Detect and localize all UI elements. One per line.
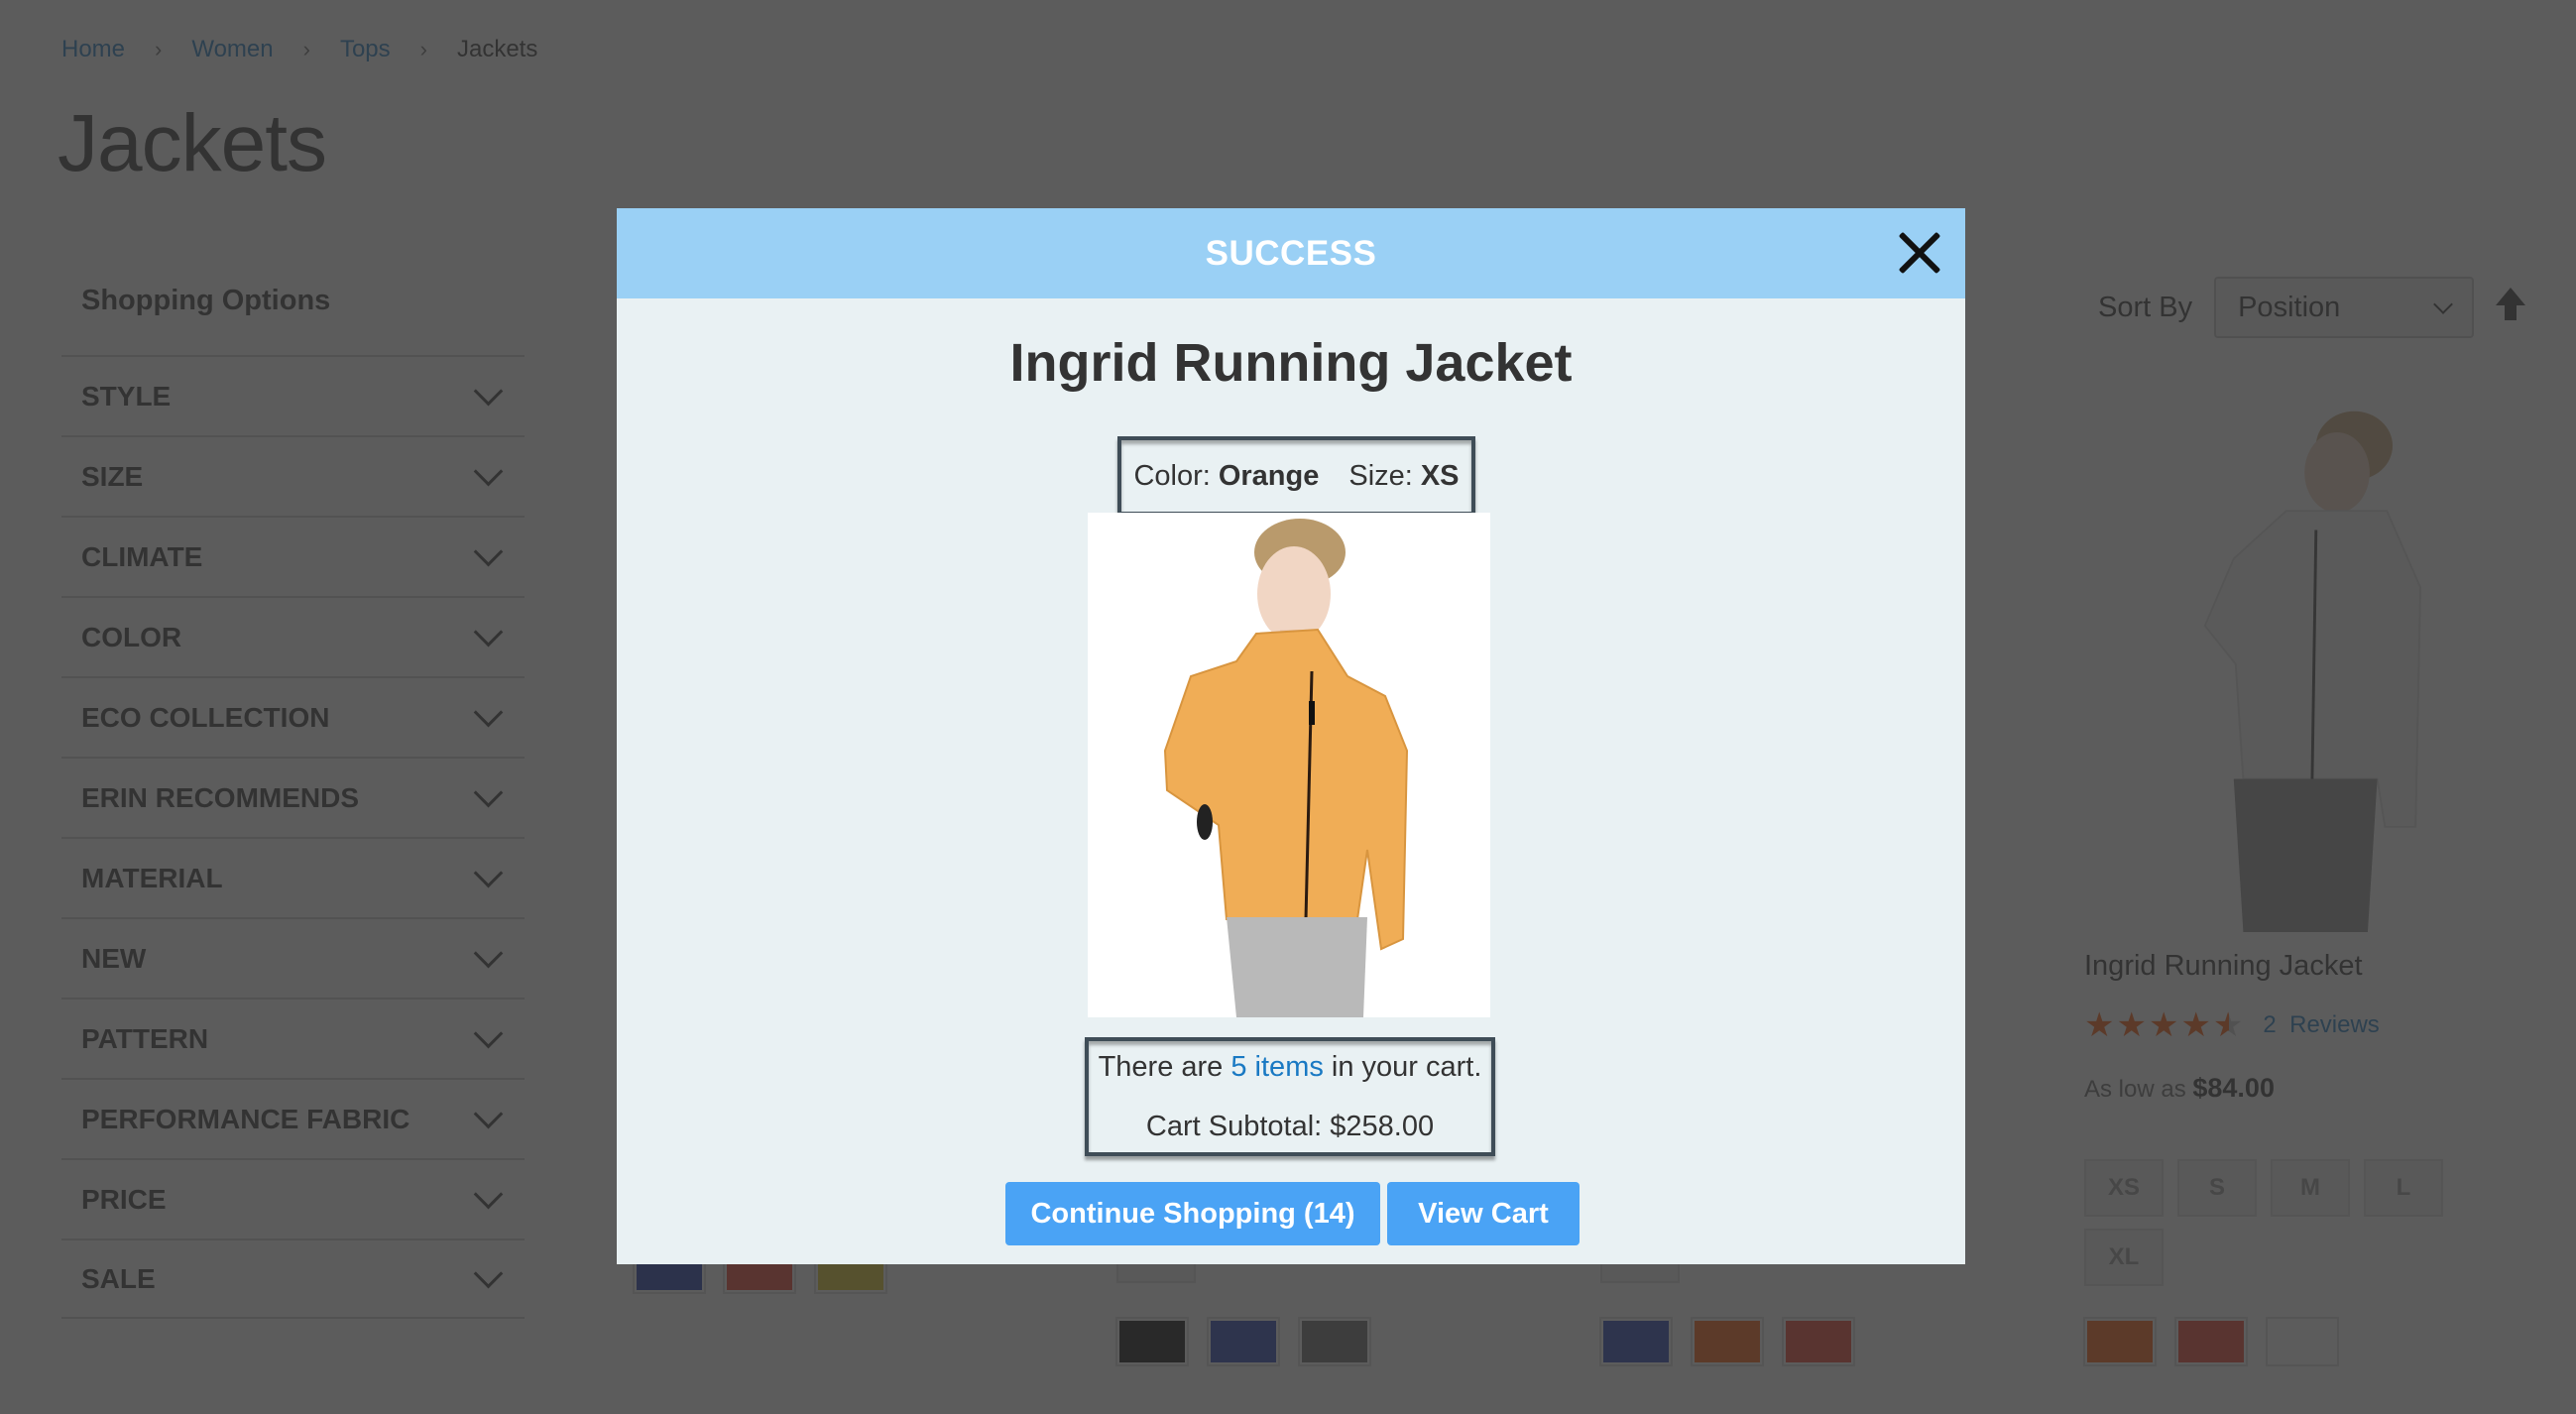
- color-value: Orange: [1218, 459, 1320, 492]
- modal-header: SUCCESS: [617, 208, 1965, 298]
- modal-title: SUCCESS: [1205, 233, 1377, 273]
- color-label: Color:: [1133, 459, 1211, 492]
- close-icon[interactable]: [1896, 230, 1941, 276]
- cart-summary: There are 5 items in your cart. Cart Sub…: [1085, 1037, 1495, 1156]
- size-value: XS: [1420, 459, 1460, 492]
- selected-options: Color: Orange Size: XS: [1117, 436, 1475, 516]
- modal-product-name: Ingrid Running Jacket: [1009, 333, 1573, 393]
- cart-items-text: There are 5 items in your cart.: [1098, 1051, 1482, 1083]
- view-cart-button[interactable]: View Cart: [1387, 1182, 1580, 1245]
- leggings: [1227, 917, 1367, 1017]
- cart-items-link[interactable]: 5 items: [1230, 1051, 1323, 1083]
- model-face: [1257, 546, 1331, 642]
- modal-product-image: [1088, 513, 1490, 1017]
- cart-subtotal: Cart Subtotal: $258.00: [1145, 1111, 1435, 1142]
- size-label: Size:: [1348, 459, 1413, 492]
- add-to-cart-success-modal: SUCCESS Ingrid Running Jacket Color: Ora…: [617, 208, 1965, 1264]
- continue-shopping-button[interactable]: Continue Shopping (14): [1005, 1182, 1380, 1245]
